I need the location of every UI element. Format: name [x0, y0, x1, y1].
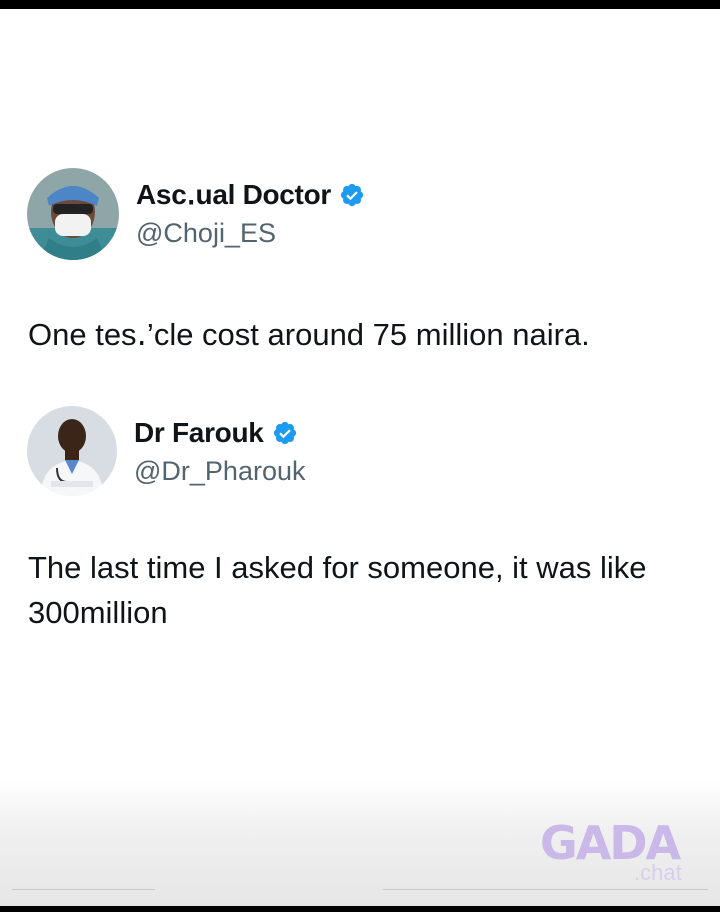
- avatar[interactable]: [27, 168, 119, 260]
- name-row: Asc․ual Doctor: [136, 178, 365, 211]
- tweet-text: The last time I asked for someone, it wa…: [28, 550, 647, 630]
- divider-left: [12, 889, 155, 890]
- user-handle[interactable]: @Choji_ES: [136, 218, 276, 249]
- verified-badge-icon: [272, 420, 298, 446]
- user-handle[interactable]: @Dr_Pharouk: [134, 456, 305, 487]
- name-row: Dr Farouk: [134, 417, 298, 449]
- display-name[interactable]: Dr Farouk: [134, 417, 264, 449]
- top-black-bar: [0, 0, 720, 9]
- watermark: GADA .chat: [540, 818, 700, 885]
- bottom-black-bar: [0, 906, 720, 912]
- tweet-text: One tes․’cle cost around 75 million nair…: [28, 317, 590, 352]
- avatar-masked-doctor-icon: [27, 168, 119, 260]
- verified-badge-icon: [339, 182, 365, 208]
- watermark-sub: .chat: [634, 860, 682, 885]
- divider-right: [383, 889, 708, 890]
- avatar[interactable]: [27, 406, 117, 496]
- display-name[interactable]: Asc․ual Doctor: [136, 178, 331, 211]
- avatar-doctor-labcoat-icon: [27, 406, 117, 496]
